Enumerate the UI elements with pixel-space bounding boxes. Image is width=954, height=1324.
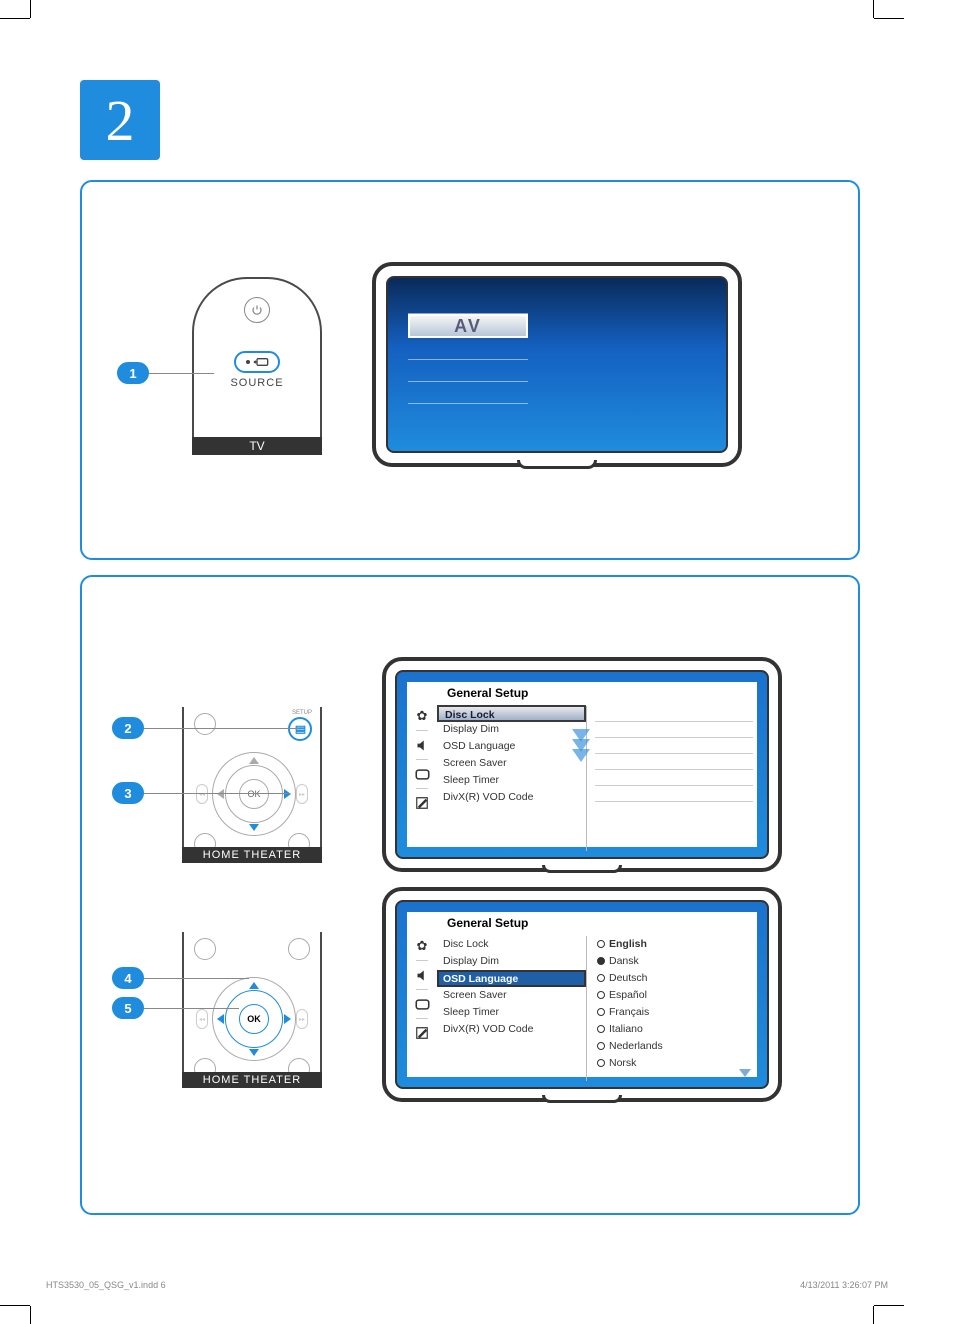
osd-item-divx[interactable]: DivX(R) VOD Code xyxy=(437,1021,586,1038)
osd-title: General Setup xyxy=(407,912,757,936)
osd-category-icons: ✿ xyxy=(407,936,437,1081)
footer-file: HTS3530_05_QSG_v1.indd 6 xyxy=(46,1280,166,1290)
dpad-up-icon[interactable] xyxy=(249,757,259,764)
step-bubble-5: 5 xyxy=(112,997,144,1019)
scroll-down-icon xyxy=(739,1069,751,1077)
remote-prev-button[interactable]: ◂◂ xyxy=(196,784,208,804)
remote-next-button[interactable]: ▸▸ xyxy=(296,784,308,804)
lang-italiano[interactable]: Italiano xyxy=(591,1021,757,1038)
home-theater-label-2: HOME THEATER xyxy=(182,1072,322,1088)
osd-value-column xyxy=(587,706,757,851)
lang-deutsch[interactable]: Deutsch xyxy=(591,970,757,987)
remote-top-left-button[interactable] xyxy=(194,713,216,735)
osd-item-osd-language[interactable]: OSD Language xyxy=(437,738,586,755)
dpad: OK xyxy=(212,977,296,1061)
osd-item-sleep-timer[interactable]: Sleep Timer xyxy=(437,1004,586,1021)
osd-item-disc-lock[interactable]: Disc Lock xyxy=(437,936,586,953)
step-bubble-1: 1 xyxy=(117,362,149,384)
lang-dansk[interactable]: Dansk xyxy=(591,953,757,970)
lang-nederlands[interactable]: Nederlands xyxy=(591,1038,757,1055)
osd-item-display-dim[interactable]: Display Dim xyxy=(437,953,586,970)
lang-francais[interactable]: Français xyxy=(591,1004,757,1021)
gear-icon: ✿ xyxy=(414,938,430,954)
step-bubble-4: 4 xyxy=(112,967,144,989)
speaker-icon xyxy=(414,967,430,983)
osd-item-divx[interactable]: DivX(R) VOD Code xyxy=(437,789,586,806)
tv-remote-label: TV xyxy=(192,437,322,455)
instruction-panel-1: 1 SOURCE TV AV xyxy=(80,180,860,560)
osd-language-column: English Dansk Deutsch Español Français I… xyxy=(587,936,757,1081)
power-icon xyxy=(244,297,270,323)
remote-top-left-button[interactable] xyxy=(194,938,216,960)
home-theater-remote-2: ◂◂ ▸▸ OK xyxy=(182,932,322,1082)
lang-norsk[interactable]: Norsk xyxy=(591,1055,757,1072)
osd-item-disc-lock[interactable]: Disc Lock xyxy=(437,705,586,722)
preferences-icon xyxy=(414,795,430,811)
setup-label: SETUP xyxy=(292,710,312,716)
setup-button[interactable] xyxy=(288,717,312,741)
av-source-menu: AV xyxy=(408,292,528,426)
gear-icon: ✿ xyxy=(414,708,430,724)
step-number-badge: 2 xyxy=(80,80,160,160)
tv-remote: SOURCE xyxy=(192,277,322,447)
home-theater-remote-1: SETUP ◂◂ ▸▸ OK xyxy=(182,707,322,857)
instruction-panel-2: 2 3 SETUP ◂◂ ▸▸ OK HOME THEATER 4 5 ◂◂ ▸… xyxy=(80,575,860,1215)
av-selected-row: AV xyxy=(408,314,528,338)
dpad-right-icon[interactable] xyxy=(284,1014,291,1024)
tv-icon xyxy=(414,996,430,1012)
osd-item-screen-saver[interactable]: Screen Saver xyxy=(437,755,586,772)
osd-item-osd-language[interactable]: OSD Language xyxy=(437,970,586,987)
tv-screen: AV xyxy=(372,262,742,467)
lang-english[interactable]: English xyxy=(591,936,757,953)
source-label: SOURCE xyxy=(194,377,320,389)
osd-screen-1: General Setup ✿ xyxy=(382,657,782,872)
dpad-down-icon[interactable] xyxy=(249,1049,259,1056)
osd-title: General Setup xyxy=(407,682,757,706)
osd-item-screen-saver[interactable]: Screen Saver xyxy=(437,987,586,1004)
source-button[interactable] xyxy=(234,351,280,373)
tv-icon xyxy=(414,766,430,782)
osd-category-icons: ✿ xyxy=(407,706,437,851)
dpad-right-icon[interactable] xyxy=(284,789,291,799)
step-bubble-3: 3 xyxy=(112,782,144,804)
osd-screen-2: General Setup ✿ xyxy=(382,887,782,1102)
dpad: OK xyxy=(212,752,296,836)
osd-item-display-dim[interactable]: Display Dim xyxy=(437,721,586,738)
osd-menu-column: Disc Lock Display Dim OSD Language Scree… xyxy=(437,706,587,851)
dpad-left-icon[interactable] xyxy=(217,789,224,799)
remote-top-right-button[interactable] xyxy=(288,938,310,960)
dpad-up-icon[interactable] xyxy=(249,982,259,989)
dpad-ok-button[interactable]: OK xyxy=(239,1004,269,1034)
remote-next-button[interactable]: ▸▸ xyxy=(296,1009,308,1029)
osd-menu-column: Disc Lock Display Dim OSD Language Scree… xyxy=(437,936,587,1081)
dpad-ok-button[interactable]: OK xyxy=(239,779,269,809)
lang-espanol[interactable]: Español xyxy=(591,987,757,1004)
osd-item-sleep-timer[interactable]: Sleep Timer xyxy=(437,772,586,789)
preferences-icon xyxy=(414,1025,430,1041)
home-theater-label-1: HOME THEATER xyxy=(182,847,322,863)
remote-prev-button[interactable]: ◂◂ xyxy=(196,1009,208,1029)
dpad-left-icon[interactable] xyxy=(217,1014,224,1024)
speaker-icon xyxy=(414,737,430,753)
dpad-down-icon[interactable] xyxy=(249,824,259,831)
step-bubble-2: 2 xyxy=(112,717,144,739)
footer-timestamp: 4/13/2011 3:26:07 PM xyxy=(800,1280,888,1290)
